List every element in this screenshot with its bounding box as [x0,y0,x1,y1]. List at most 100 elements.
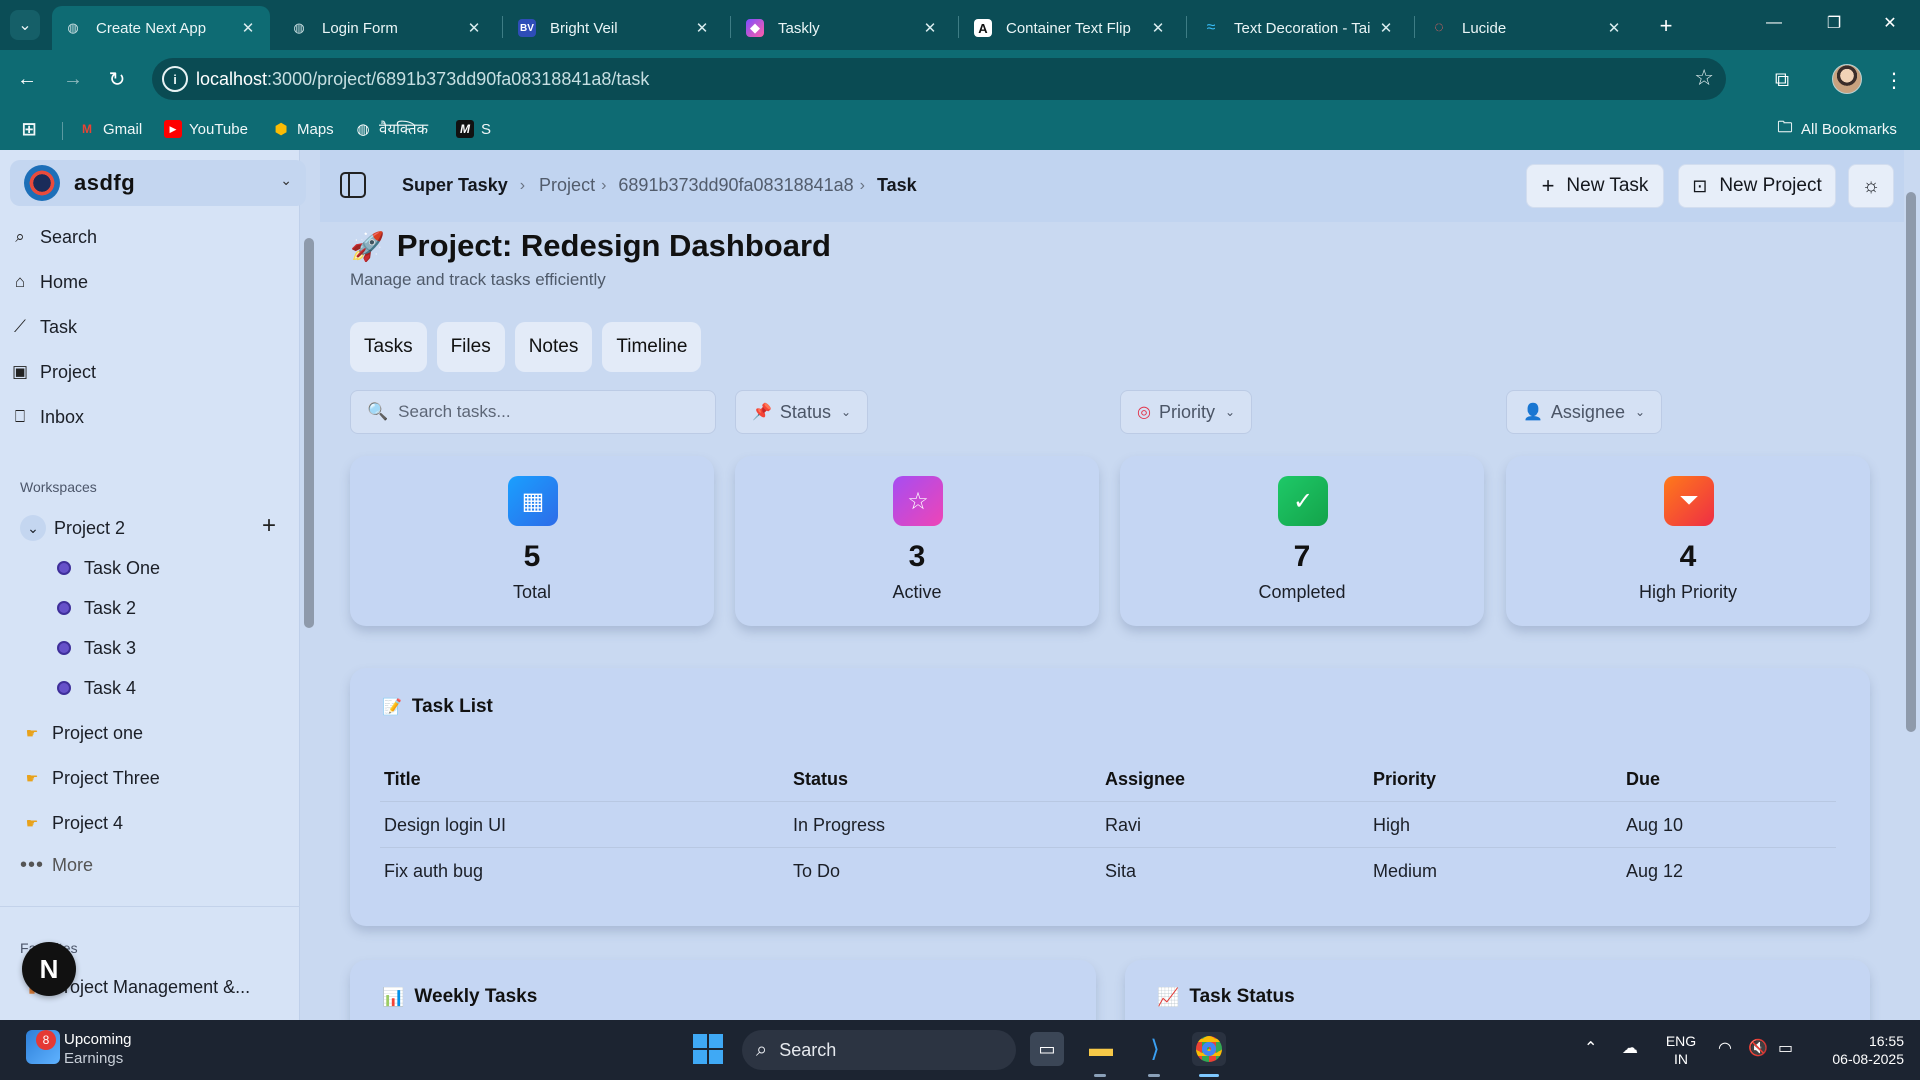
bookmark-label: S [481,120,492,138]
table-row[interactable]: Fix auth bug To Do Sita Medium Aug 12 [380,848,1836,894]
profile-avatar[interactable] [1832,64,1862,94]
breadcrumb-root[interactable]: Super Tasky [402,175,508,196]
vscode-icon[interactable]: ⟩ [1138,1032,1172,1066]
clock[interactable]: 16:55 06-08-2025 [1812,1032,1904,1068]
tab-notes[interactable]: Notes [514,322,593,372]
tab-tasks[interactable]: Tasks [350,322,427,372]
star-icon: ☆ [893,476,943,526]
restore-icon[interactable]: ❐ [1812,8,1856,38]
tab-bright-veil[interactable]: BV Bright Veil ✕ [506,6,724,50]
tab-search-chevron-icon[interactable]: ⌄ [10,10,40,40]
bookmark-youtube[interactable]: ▶ YouTube [164,116,248,142]
minimize-icon[interactable]: — [1752,8,1796,38]
sidebar-task-one[interactable]: Task One [52,553,160,583]
file-explorer-icon[interactable]: ▬ [1084,1032,1118,1066]
tab-login-form[interactable]: ◍ Login Form ✕ [278,6,496,50]
apps-grid-icon[interactable]: ⊞ [20,116,45,142]
column-header: Status [793,769,849,789]
tab-timeline[interactable]: Timeline [602,322,702,372]
wifi-icon[interactable]: ◠ [1718,1038,1732,1058]
onedrive-icon[interactable]: ☁ [1622,1038,1638,1058]
input-language[interactable]: ENG IN [1664,1032,1698,1068]
new-project-button[interactable]: ⊡ New Project [1678,164,1836,208]
sidebar-item-inbox[interactable]: ⎕ Inbox [10,402,84,432]
reload-icon[interactable]: ↻ [102,64,132,94]
news-widget[interactable]: Upcoming Earnings [64,1030,132,1068]
url-text[interactable]: localhost:3000/project/6891b373dd90fa083… [196,69,649,90]
battery-icon[interactable]: ▭ [1778,1038,1793,1058]
windows-start-icon[interactable] [693,1034,723,1064]
breadcrumb-project[interactable]: Project [539,175,595,196]
extensions-puzzle-icon[interactable]: ⧉ [1766,64,1798,96]
breadcrumb-project-id[interactable]: 6891b373dd90fa08318841a8 [618,175,853,196]
chevron-up-icon[interactable]: ⌃ [1584,1038,1597,1058]
bookmark-personal[interactable]: ◍ वैयक्तिक [354,116,428,142]
close-icon[interactable]: ✕ [238,19,258,37]
chrome-icon[interactable] [1192,1032,1226,1066]
close-icon[interactable]: ✕ [692,19,712,37]
more-dots-icon: ••• [20,853,45,876]
window-close-icon[interactable]: ✕ [1868,8,1912,38]
add-page-plus-icon[interactable]: + [262,512,276,540]
tab-text-decoration[interactable]: ≈ Text Decoration - Tai ✕ [1190,6,1408,50]
sidebar-item-label: Project [40,361,97,382]
omnibox[interactable]: i localhost:3000/project/6891b373dd90fa0… [152,58,1726,100]
project-tabs: Tasks Files Notes Timeline [350,322,711,372]
project-label: Project 4 [52,812,124,833]
bookmark-star-icon[interactable]: ☆ [1694,65,1714,91]
page-title: 🚀 Project: Redesign Dashboard [350,228,831,264]
tab-taskly[interactable]: ◆ Taskly ✕ [734,6,952,50]
sidebar-task-4[interactable]: Task 4 [52,673,136,703]
close-icon[interactable]: ✕ [1148,19,1168,37]
sidebar-project-4[interactable]: ☛ Project 4 [20,808,123,838]
search-icon: ⌕ [15,227,25,246]
next-devtools-button[interactable]: N [22,942,76,996]
sidebar-item-task[interactable]: ⟋ Task [10,312,77,342]
status-filter[interactable]: 📌 Status ⌄ [735,390,869,434]
sidebar-item-project[interactable]: ▣ Project [10,357,96,387]
sidebar-task-2[interactable]: Task 2 [52,593,136,623]
task-view-icon[interactable]: ▭ [1030,1032,1064,1066]
theme-toggle-button[interactable]: ☼ [1848,164,1894,208]
taskbar-search[interactable]: ⌕ Search [742,1030,1016,1070]
sidebar-more[interactable]: ••• More [20,850,93,880]
tab-lucide[interactable]: ◌ Lucide ✕ [1418,6,1636,50]
tab-create-next-app[interactable]: ◍ Create Next App ✕ [52,6,270,50]
all-bookmarks-label: All Bookmarks [1801,120,1897,138]
sidebar-toggle-icon[interactable] [340,172,366,198]
priority-filter[interactable]: ◎ Priority ⌄ [1120,390,1253,434]
sidebar-item-search[interactable]: ⌕ Search [10,222,97,252]
main-scrollbar[interactable] [1906,192,1916,732]
chevron-down-icon[interactable]: ⌄ [20,515,46,541]
tab-strip: ⌄ ◍ Create Next App ✕ ◍ Login Form ✕ BV … [0,0,1920,50]
bookmark-gmail[interactable]: M Gmail [78,116,142,142]
sidebar-task-3[interactable]: Task 3 [52,633,136,663]
close-icon[interactable]: ✕ [464,19,484,37]
team-switcher[interactable]: asdfg ⌄ [10,160,306,206]
sidebar-project-three[interactable]: ☛ Project Three [20,763,160,793]
bookmark-s[interactable]: M S [456,116,491,142]
new-tab-plus-icon[interactable]: + [1652,12,1680,40]
search-tasks-input[interactable]: 🔍 Search tasks... [350,390,716,434]
all-bookmarks[interactable]: 🗀 All Bookmarks [1776,116,1897,142]
table-row[interactable]: Design login UI In Progress Ravi High Au… [380,802,1836,848]
main-content: 🚀 Project: Redesign Dashboard Manage and… [320,222,1908,1020]
bookmark-maps[interactable]: ⬢ Maps [272,116,333,142]
sidebar-project-2[interactable]: ⌄ Project 2 [20,513,125,543]
volume-muted-icon[interactable]: 🔇 [1748,1038,1768,1058]
tab-files[interactable]: Files [436,322,505,372]
forward-arrow-icon[interactable]: → [58,64,88,94]
close-icon[interactable]: ✕ [920,19,940,37]
close-icon[interactable]: ✕ [1376,19,1396,37]
sidebar-item-home[interactable]: ⌂ Home [10,267,88,297]
assignee-filter[interactable]: 👤 Assignee ⌄ [1506,390,1663,434]
page-subtitle: Manage and track tasks efficiently [350,270,606,289]
tab-container-text-flip[interactable]: A Container Text Flip ✕ [962,6,1180,50]
sidebar-project-one[interactable]: ☛ Project one [20,718,143,748]
sidebar-scrollbar[interactable] [304,238,314,628]
menu-kebab-icon[interactable]: ⋮ [1878,64,1910,96]
close-icon[interactable]: ✕ [1604,19,1624,37]
new-task-button[interactable]: + New Task [1526,164,1664,208]
site-info-icon[interactable]: i [162,66,188,92]
back-arrow-icon[interactable]: ← [12,64,42,94]
